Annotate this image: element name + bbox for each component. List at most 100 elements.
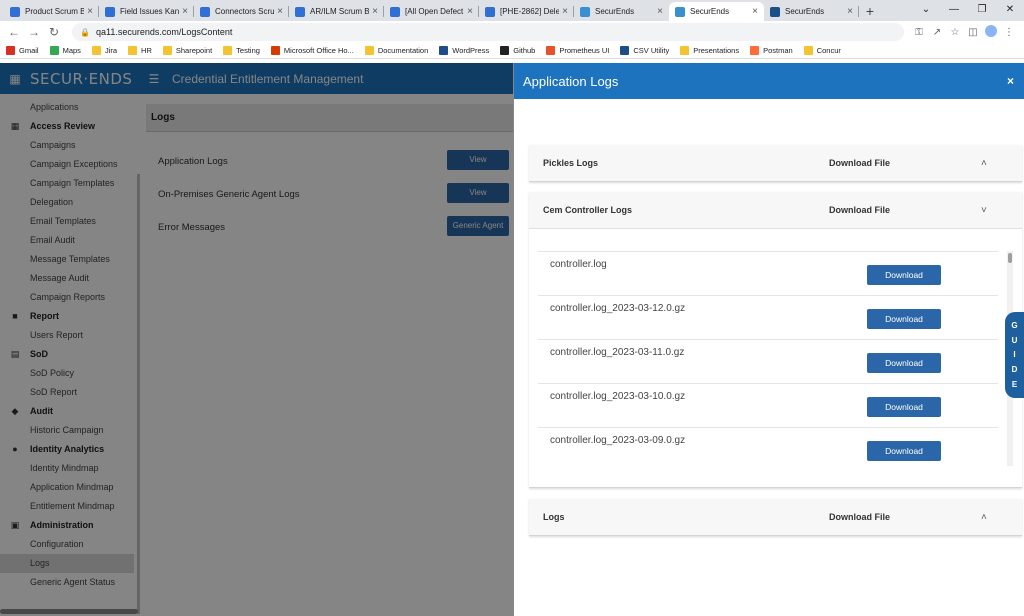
restore-icon[interactable]: ❐ (968, 0, 996, 19)
tab-title: AR/ILM Scrum B (310, 7, 370, 16)
tab-title: SecurEnds (595, 7, 635, 16)
bookmark-icon (620, 46, 630, 55)
section-name: Logs (543, 512, 565, 522)
bookmark-item[interactable]: Jira (91, 46, 118, 55)
back-icon[interactable]: ← (6, 25, 22, 39)
tab-close-icon[interactable]: × (752, 6, 758, 17)
accordion-header[interactable]: Cem Controller Logs Download File ˅ (529, 192, 1022, 228)
bookmark-item[interactable]: Github (500, 46, 535, 55)
log-file-row: controller.log_2023-03-10.0.gz Download (538, 384, 998, 428)
download-button[interactable]: Download (867, 265, 941, 285)
modal-backdrop[interactable] (0, 63, 513, 616)
bookmark-item[interactable]: Testing (223, 46, 260, 55)
guide-letter: U (1011, 335, 1018, 345)
download-button[interactable]: Download (867, 397, 941, 417)
bookmark-icon (750, 46, 760, 55)
browser-tab[interactable]: Product Scrum B × (4, 2, 99, 21)
bookmark-label: Documentation (377, 46, 429, 55)
bookmark-label: Microsoft Office Ho... (283, 46, 354, 55)
bookmark-label: Testing (236, 46, 260, 55)
new-tab-button[interactable]: + (859, 2, 881, 21)
tab-close-icon[interactable]: × (372, 6, 378, 17)
reload-icon[interactable]: ↻ (46, 25, 62, 39)
bookmark-icon (439, 46, 449, 55)
bookmark-item[interactable]: Sharepoint (162, 46, 213, 55)
browser-tab[interactable]: SecurEnds × (669, 2, 764, 21)
bookmark-item[interactable]: Postman (750, 46, 793, 55)
bookmark-label: Gmail (19, 46, 39, 55)
download-button[interactable]: Download (867, 309, 941, 329)
accordion-header[interactable]: Logs Download File ˄ (529, 499, 1022, 535)
guide-tab[interactable]: GUIDE (1005, 312, 1024, 398)
bookmark-label: WordPress (452, 46, 490, 55)
tab-close-icon[interactable]: × (87, 6, 93, 17)
download-button[interactable]: Download (867, 441, 941, 461)
guide-letter: D (1011, 365, 1018, 375)
bookmark-item[interactable]: Gmail (6, 46, 39, 55)
bookmark-item[interactable]: HR (128, 46, 152, 55)
bookmark-item[interactable]: Prometheus UI (546, 46, 609, 55)
bookmark-item[interactable]: Microsoft Office Ho... (270, 46, 354, 55)
bookmark-label: Sharepoint (175, 46, 213, 55)
download-button[interactable]: Download (867, 353, 941, 373)
browser-tab[interactable]: SecurEnds × (574, 2, 669, 21)
accordion-header[interactable]: Pickles Logs Download File ˄ (529, 145, 1022, 181)
bookmark-icon (270, 46, 280, 55)
tab-close-icon[interactable]: × (847, 6, 853, 17)
lock-icon: 🔒 (80, 27, 90, 37)
bookmark-icon (364, 46, 374, 55)
close-window-icon[interactable]: ✕ (996, 0, 1024, 19)
minimize-icon[interactable]: — (940, 0, 968, 19)
close-icon[interactable]: × (1007, 74, 1014, 88)
bookmark-label: CSV Utility (633, 46, 670, 55)
bookmark-icon (500, 46, 510, 55)
bookmark-label: Jira (104, 46, 118, 55)
log-file-row: controller.log_2023-03-09.0.gz Download (538, 428, 998, 466)
download-file-link[interactable]: Download File (829, 512, 890, 522)
address-bar[interactable]: 🔒 qa11.securends.com/LogsContent (72, 23, 904, 41)
tab-favicon-icon (105, 6, 115, 17)
key-icon[interactable]: ⚿ (910, 27, 928, 38)
bookmark-item[interactable]: Concur (803, 46, 841, 55)
bookmark-item[interactable]: WordPress (439, 46, 489, 55)
tab-close-icon[interactable]: × (562, 6, 568, 17)
log-file-name: controller.log_2023-03-09.0.gz (550, 435, 686, 446)
bookmark-item[interactable]: CSV Utility (620, 46, 669, 55)
section-name: Cem Controller Logs (543, 205, 633, 215)
bookmark-item[interactable]: Presentations (680, 46, 739, 55)
tab-title: [PHE-2862] Deleg (500, 7, 560, 16)
tab-favicon-icon (485, 6, 495, 17)
bookmark-icon (6, 46, 15, 55)
menu-kebab-icon[interactable]: ⋮ (1000, 27, 1018, 38)
tab-favicon-icon (390, 6, 400, 17)
browser-tab[interactable]: [All Open Defect × (384, 2, 479, 21)
browser-tab[interactable]: [PHE-2862] Deleg × (479, 2, 574, 21)
chevron-up-icon[interactable]: ˄ (981, 158, 987, 169)
forward-icon[interactable]: → (26, 25, 42, 39)
share-icon[interactable]: ↗ (928, 27, 946, 38)
browser-tab[interactable]: Connectors Scru × (194, 2, 289, 21)
chevron-up-icon[interactable]: ˄ (981, 512, 987, 523)
profile-avatar[interactable] (982, 24, 1000, 40)
tab-close-icon[interactable]: × (277, 6, 283, 17)
side-panel-icon[interactable]: ◫ (964, 27, 982, 38)
tab-favicon-icon (295, 6, 305, 17)
tab-favicon-icon (10, 6, 20, 17)
browser-tab[interactable]: AR/ILM Scrum B × (289, 2, 384, 21)
browser-tab[interactable]: Field Issues Kanb × (99, 2, 194, 21)
bookmark-label: Prometheus UI (559, 46, 610, 55)
star-icon[interactable]: ☆ (946, 27, 964, 38)
bookmark-item[interactable]: Maps (49, 46, 81, 55)
tab-close-icon[interactable]: × (657, 6, 663, 17)
chevron-down-icon[interactable]: ⌄ (912, 0, 940, 19)
browser-tab[interactable]: SecurEnds × (764, 2, 859, 21)
tab-close-icon[interactable]: × (467, 6, 473, 17)
download-file-link[interactable]: Download File (829, 158, 890, 168)
log-file-name: controller.log (550, 259, 607, 270)
chevron-down-icon[interactable]: ˅ (981, 205, 987, 216)
bookmark-item[interactable]: Documentation (364, 46, 429, 55)
tab-close-icon[interactable]: × (182, 6, 188, 17)
panel-header: Application Logs × (514, 63, 1024, 99)
bookmark-label: Concur (816, 46, 841, 55)
download-file-link[interactable]: Download File (829, 205, 890, 215)
